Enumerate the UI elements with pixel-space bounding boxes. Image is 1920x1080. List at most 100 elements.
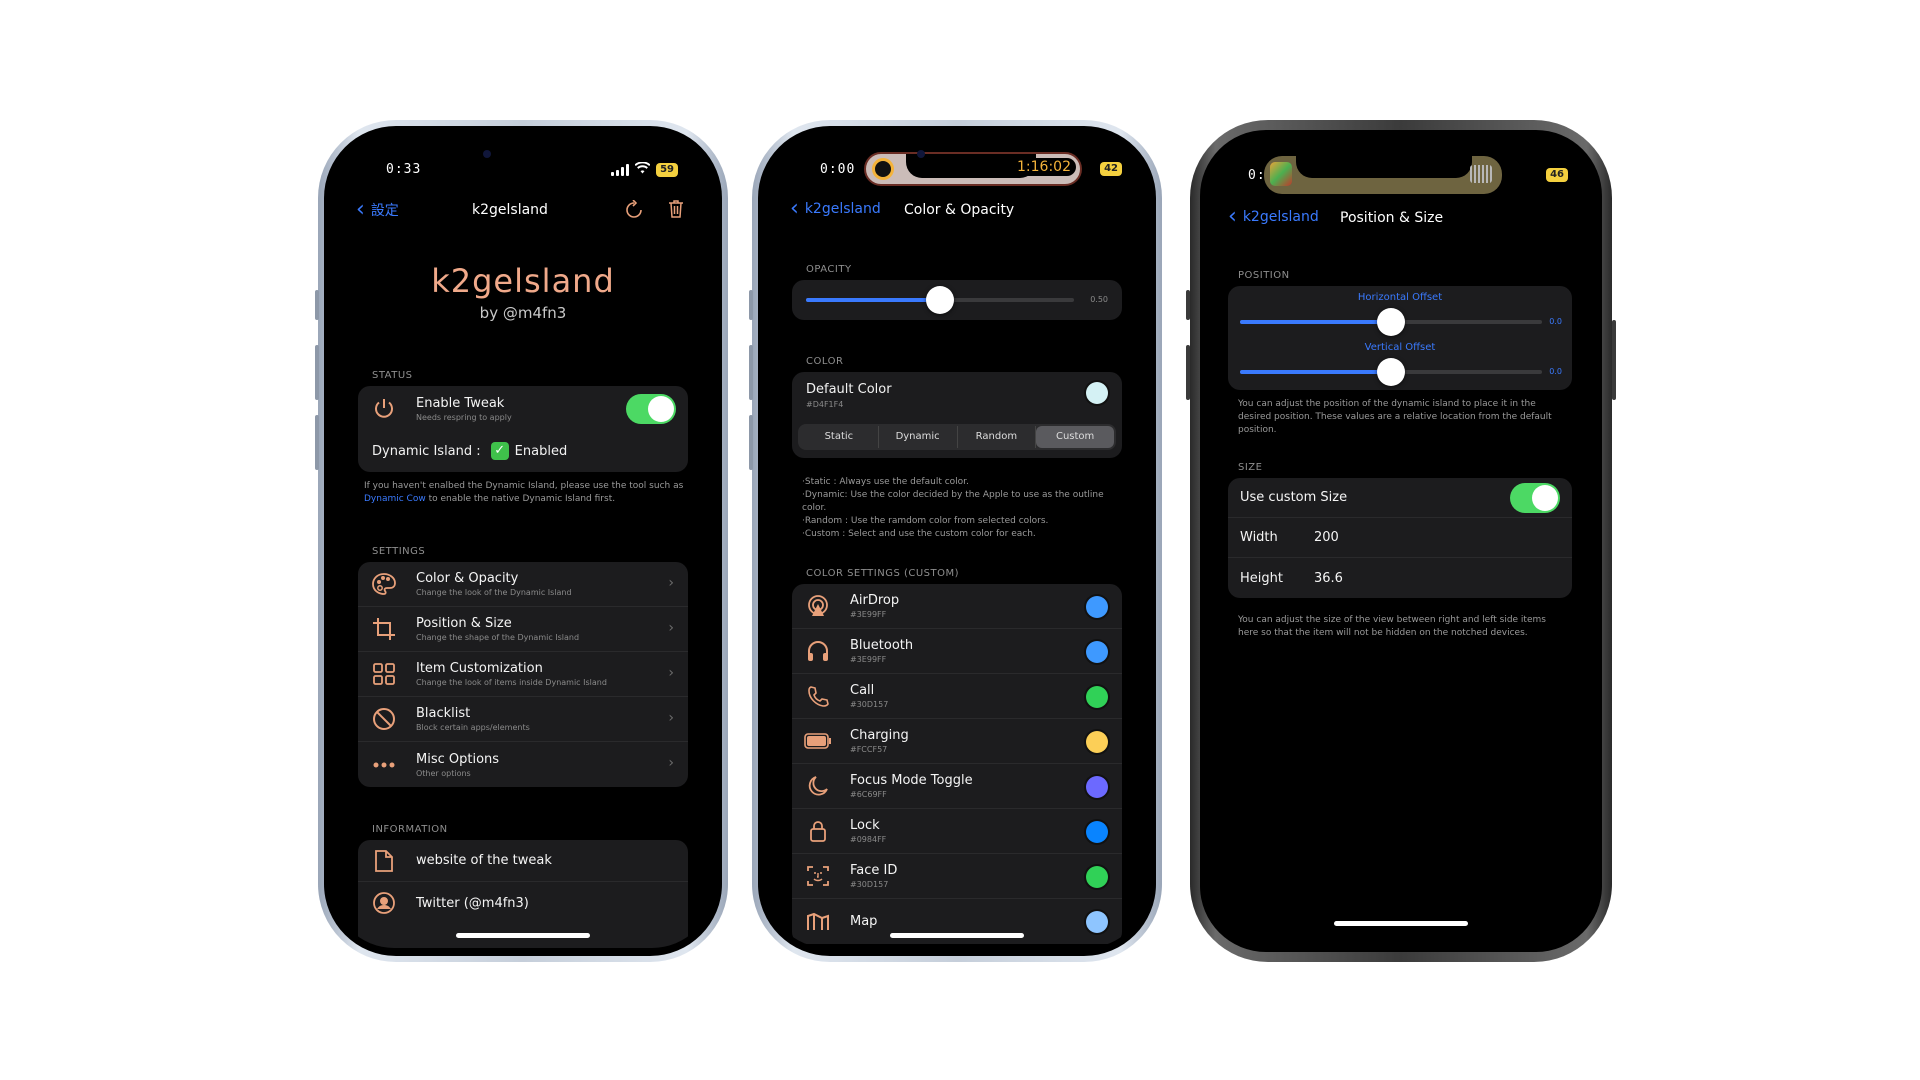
moon-icon [804, 772, 832, 800]
default-color-title: Default Color [806, 382, 892, 397]
segment-static[interactable]: Static [800, 426, 879, 448]
back-button[interactable]: ‹ k2gelsland [790, 196, 881, 221]
hero-subtitle: by @m4fn3 [479, 304, 567, 322]
nav-title: Color & Opacity [904, 202, 1015, 218]
slider-knob[interactable] [926, 286, 954, 314]
color-mode-segmented-control: Static Dynamic Random Custom [798, 424, 1116, 450]
item-subtitle: Change the shape of the Dynamic Island [416, 633, 580, 642]
settings-section-label: SETTINGS [372, 546, 426, 557]
width-row: Width 200 [1228, 518, 1572, 558]
chevron-right-icon: › [668, 755, 674, 771]
opacity-section-label: OPACITY [806, 264, 852, 275]
use-custom-size-label: Use custom Size [1240, 490, 1348, 505]
color-item-lock[interactable]: Lock #0984FF [792, 809, 1122, 854]
color-item-focus-mode-toggle[interactable]: Focus Mode Toggle #6C69FF [792, 764, 1122, 809]
home-indicator[interactable] [456, 933, 590, 938]
color-section-label: COLOR [806, 356, 844, 367]
mute-switch [315, 290, 319, 320]
height-input[interactable]: 36.6 [1314, 571, 1343, 586]
use-custom-size-row: Use custom Size [1228, 478, 1572, 518]
back-button[interactable]: ‹ k2gelsland [1228, 206, 1319, 228]
settings-item-item-customization[interactable]: Item Customization Change the look of ite… [358, 652, 688, 697]
color-swatch[interactable] [1086, 686, 1108, 708]
nav-title: k2gelsland [472, 202, 548, 218]
dynamic-cow-link[interactable]: Dynamic Cow [364, 494, 426, 504]
status-time: 0:00 [820, 162, 856, 177]
color-swatch[interactable] [1086, 731, 1108, 753]
width-input[interactable]: 200 [1314, 530, 1339, 545]
slider-knob[interactable] [1377, 358, 1405, 386]
slider-knob[interactable] [1377, 308, 1405, 336]
color-item-call[interactable]: Call #30D157 [792, 674, 1122, 719]
lock-icon [804, 817, 832, 845]
opacity-value: 0.50 [1090, 295, 1108, 304]
color-swatch[interactable] [1086, 821, 1108, 843]
note-static: ·Static : Always use the default color. [802, 477, 969, 487]
color-item-bluetooth[interactable]: Bluetooth #3E99FF [792, 629, 1122, 674]
settings-item-position-size[interactable]: Position & Size Change the shape of the D… [358, 607, 688, 652]
info-item-website[interactable]: website of the tweak [358, 840, 688, 882]
footnote-text-end: to enable the native Dynamic Island firs… [425, 494, 616, 504]
opacity-card: 0.50 [792, 280, 1122, 320]
item-title: Bluetooth [850, 638, 914, 653]
color-swatch[interactable] [1086, 641, 1108, 663]
volume-down-button [315, 415, 319, 470]
status-bar: 0:00 42 [766, 160, 1148, 184]
settings-item-color-opacity[interactable]: Color & Opacity Change the look of the Dy… [358, 562, 688, 607]
color-settings-card: AirDrop #3E99FF Bluetooth #3E99FF Call #30D… [792, 584, 1122, 944]
horizontal-offset-slider[interactable] [1240, 308, 1542, 336]
status-section-label: STATUS [372, 370, 413, 381]
horizontal-offset-value: 0.0 [1549, 317, 1562, 326]
use-custom-size-toggle[interactable] [1510, 483, 1560, 513]
navigation-bar: ‹ 設定 k2gelsland [332, 196, 714, 226]
dynamic-island-value: Enabled [514, 443, 568, 459]
nav-title: Position & Size [1340, 210, 1444, 226]
settings-item-blacklist[interactable]: Blacklist Block certain apps/elements › [358, 697, 688, 742]
chevron-right-icon: › [668, 620, 674, 636]
height-label: Height [1240, 570, 1283, 586]
battery-indicator: 59 [656, 163, 678, 177]
segment-dynamic[interactable]: Dynamic [879, 426, 958, 448]
item-title: Blacklist [416, 706, 471, 721]
front-camera [917, 150, 925, 158]
item-hex: #30D157 [850, 880, 889, 889]
segment-custom[interactable]: Custom [1036, 426, 1114, 448]
default-color-swatch[interactable] [1086, 382, 1108, 404]
color-mode-notes: ·Static : Always use the default color. … [802, 476, 1124, 541]
color-item-face-id[interactable]: Face ID #30D157 [792, 854, 1122, 899]
slider-fill [1240, 320, 1391, 324]
faceid-icon [804, 862, 832, 890]
color-card: Default Color #D4F1F4 Static Dynamic Ran… [792, 372, 1122, 458]
vertical-offset-slider[interactable] [1240, 358, 1542, 386]
chevron-left-icon: ‹ [790, 196, 799, 221]
opacity-slider[interactable] [806, 286, 1074, 314]
home-indicator[interactable] [1334, 921, 1468, 926]
color-swatch[interactable] [1086, 596, 1108, 618]
back-button[interactable]: ‹ 設定 [356, 197, 399, 222]
front-camera [483, 150, 491, 158]
phone-icon [804, 682, 832, 710]
chevron-right-icon: › [668, 665, 674, 681]
color-swatch[interactable] [1086, 866, 1108, 888]
home-indicator[interactable] [890, 933, 1024, 938]
item-subtitle: Block certain apps/elements [416, 723, 530, 732]
trash-icon[interactable] [668, 200, 684, 223]
battery-indicator: 42 [1100, 162, 1122, 176]
phone-position-size: 0: 46 ‹ k2gelsland Position & Size POSIT… [1186, 120, 1616, 962]
enable-tweak-toggle[interactable] [626, 394, 676, 424]
color-swatch[interactable] [1086, 776, 1108, 798]
item-title: Call [850, 683, 875, 698]
segment-random[interactable]: Random [958, 426, 1037, 448]
settings-item-misc-options[interactable]: Misc Options Other options › [358, 742, 688, 787]
color-item-charging[interactable]: Charging #FCCF57 [792, 719, 1122, 764]
refresh-icon[interactable] [626, 199, 642, 223]
item-title: AirDrop [850, 593, 900, 608]
item-title: Position & Size [416, 616, 512, 631]
color-item-airdrop[interactable]: AirDrop #3E99FF [792, 584, 1122, 629]
color-swatch[interactable] [1086, 911, 1108, 933]
enable-tweak-row: Enable Tweak Needs respring to apply [358, 386, 688, 432]
info-item-twitter[interactable]: Twitter (@m4fn3) [358, 882, 688, 924]
side-button [1612, 320, 1616, 400]
screen: 0: 46 ‹ k2gelsland Position & Size POSIT… [1214, 144, 1588, 938]
chevron-left-icon: ‹ [356, 197, 365, 222]
